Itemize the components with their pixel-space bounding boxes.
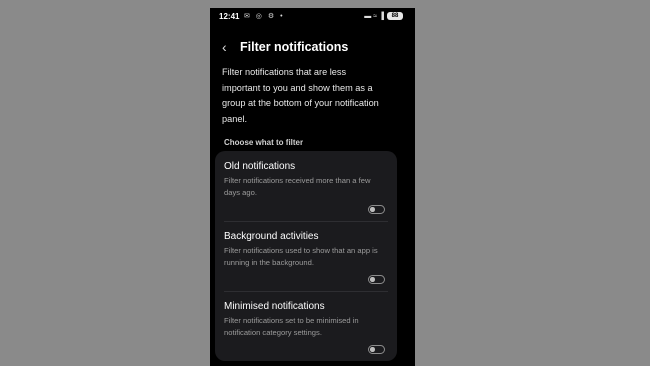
- minimised-notifications-toggle[interactable]: [368, 345, 385, 354]
- background-activities-toggle[interactable]: [368, 275, 385, 284]
- status-time: 12:41: [219, 12, 240, 21]
- toggle-knob: [370, 277, 375, 282]
- option-title: Minimised notifications: [224, 301, 325, 312]
- option-minimised-notifications[interactable]: Minimised notifications Filter notificat…: [224, 301, 388, 339]
- option-old-notifications[interactable]: Old notifications Filter notifications r…: [224, 161, 388, 199]
- toggle-knob: [370, 347, 375, 352]
- signal-wifi-icon: ▬ ≈ ▐: [364, 12, 384, 20]
- divider: [224, 291, 388, 292]
- status-bar: 12:41 ✉ ◎ ⚙ • ▬ ≈ ▐ 88: [210, 8, 415, 26]
- battery-icon: 88: [387, 12, 403, 20]
- page-header: ‹ Filter notifications: [222, 38, 348, 56]
- status-right-icons: ▬ ≈ ▐ 88: [364, 12, 403, 20]
- option-title: Background activities: [224, 231, 319, 242]
- option-background-activities[interactable]: Background activities Filter notificatio…: [224, 231, 388, 269]
- filter-options-card: Old notifications Filter notifications r…: [215, 151, 397, 361]
- section-label: Choose what to filter: [224, 138, 304, 147]
- toggle-knob: [370, 207, 375, 212]
- divider: [224, 221, 388, 222]
- notification-icons: ✉ ◎ ⚙ •: [244, 13, 285, 20]
- page-title: Filter notifications: [240, 40, 349, 54]
- option-description: Filter notifications received more than …: [224, 176, 371, 197]
- phone-screen: 12:41 ✉ ◎ ⚙ • ▬ ≈ ▐ 88 ‹ Filter notifica…: [210, 8, 415, 366]
- option-description: Filter notifications used to show that a…: [224, 246, 378, 267]
- option-title: Old notifications: [224, 161, 296, 172]
- option-description: Filter notifications set to be minimised…: [224, 316, 359, 337]
- page-description: Filter notifications that are less impor…: [222, 67, 379, 124]
- old-notifications-toggle[interactable]: [368, 205, 385, 214]
- back-arrow-icon[interactable]: ‹: [222, 39, 236, 55]
